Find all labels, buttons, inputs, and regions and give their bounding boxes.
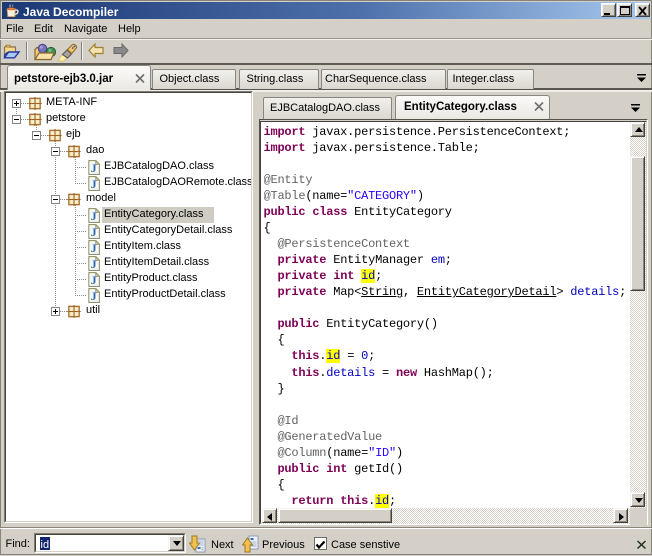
- svg-text:J: J: [91, 241, 97, 255]
- svg-text:J: J: [91, 177, 97, 191]
- svg-text:J: J: [91, 209, 97, 223]
- svg-text:J: J: [91, 161, 97, 175]
- svg-text:J: J: [91, 273, 97, 287]
- svg-text:J: J: [91, 257, 97, 271]
- svg-text:J: J: [91, 225, 97, 239]
- svg-text:J: J: [91, 289, 97, 303]
